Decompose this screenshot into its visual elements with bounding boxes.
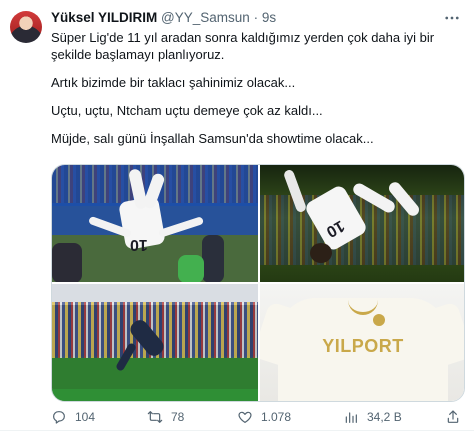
jersey-sleeve xyxy=(260,301,308,369)
tweet-paragraph: Uçtu, uçtu, Ntcham uçtu demeye çok az ka… xyxy=(51,103,323,118)
pitch xyxy=(52,389,258,401)
retweet-button[interactable]: 78 xyxy=(147,408,184,426)
media-photo-3[interactable] xyxy=(52,284,258,401)
tweet-paragraph: Süper Lig'de 11 yıl aradan sonra kaldığı… xyxy=(51,30,435,62)
tweet-paragraph: Artık bizimde bir taklacı şahinimiz olac… xyxy=(51,75,296,90)
author-avatar[interactable] xyxy=(10,11,42,43)
reply-icon xyxy=(53,411,65,424)
media-photo-4[interactable]: YILPORT xyxy=(260,284,464,401)
reply-button[interactable]: 104 xyxy=(51,408,95,426)
jersey-collar xyxy=(348,298,378,315)
views-icon xyxy=(345,412,357,423)
tweet-time[interactable]: 9s xyxy=(262,10,276,25)
bystander xyxy=(52,243,82,282)
jersey-number: 10 xyxy=(130,236,148,253)
share-button[interactable] xyxy=(445,408,461,426)
media-photo-1[interactable]: 10 xyxy=(52,165,258,282)
action-bar: 104 78 1.078 34,2 B xyxy=(51,408,465,426)
author-handle[interactable]: @YY_Samsun xyxy=(161,10,250,25)
bystander xyxy=(178,255,204,282)
views-button[interactable]: 34,2 B xyxy=(343,408,402,426)
tweet[interactable]: Yüksel YILDIRIM @YY_Samsun · 9s Süper Li… xyxy=(0,0,474,431)
views-count: 34,2 B xyxy=(367,410,402,424)
reply-count: 104 xyxy=(75,410,96,424)
separator-dot: · xyxy=(253,10,259,25)
player-arm xyxy=(157,216,205,238)
club-crest xyxy=(373,314,385,326)
jersey-sleeve xyxy=(418,301,464,369)
retweet-icon xyxy=(147,411,163,423)
jersey-image: YILPORT xyxy=(260,298,464,401)
like-icon xyxy=(238,411,252,423)
like-button[interactable]: 1.078 xyxy=(237,408,291,426)
share-icon xyxy=(447,410,459,423)
tweet-text: Süper Lig'de 11 yıl aradan sonra kaldığı… xyxy=(51,29,461,158)
more-icon[interactable] xyxy=(442,9,462,27)
tweet-header: Yüksel YILDIRIM @YY_Samsun · 9s xyxy=(51,9,276,27)
retweet-count: 78 xyxy=(171,410,185,424)
media-grid: 10 10 YILPORT xyxy=(51,164,465,402)
author-name[interactable]: Yüksel YILDIRIM xyxy=(51,10,157,25)
bystander xyxy=(202,235,224,282)
like-count: 1.078 xyxy=(261,410,292,424)
jersey-sponsor: YILPORT xyxy=(322,336,404,356)
tweet-paragraph: Müjde, salı günü İnşallah Samsun'da show… xyxy=(51,131,374,146)
media-photo-2[interactable]: 10 xyxy=(260,165,464,282)
player-head xyxy=(310,243,332,263)
